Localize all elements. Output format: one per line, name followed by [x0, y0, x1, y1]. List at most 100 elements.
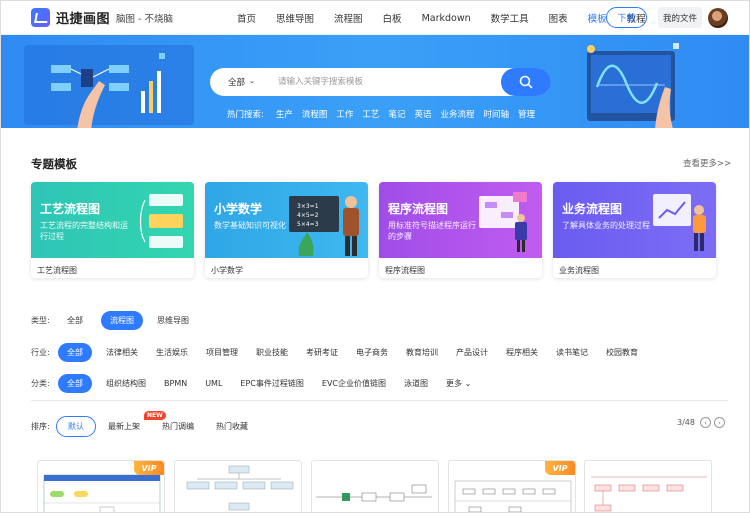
hot-search-item[interactable]: 工艺	[362, 108, 379, 120]
vip-badge: VIP	[134, 461, 164, 475]
topic-card-desc: 数学基础知识可视化	[214, 221, 286, 230]
nav-item-templates[interactable]: 模板	[588, 11, 607, 25]
filter-chip-active[interactable]: 全部	[58, 343, 92, 362]
filter-chip[interactable]: 产品设计	[456, 347, 488, 358]
hot-search-item[interactable]: 工作	[336, 108, 353, 120]
hot-search-item[interactable]: 流程图	[302, 108, 328, 120]
topic-card-title: 工艺流程图	[40, 202, 101, 216]
logo-text: 迅捷画图	[56, 12, 111, 27]
filter-chip[interactable]: 组织结构图	[106, 378, 146, 389]
filter-chip[interactable]: 电子商务	[356, 347, 388, 358]
hot-search-item[interactable]: 生产	[276, 108, 293, 120]
topic-card-caption: 工艺流程图	[37, 266, 77, 275]
topic-card-title: 业务流程图	[562, 202, 623, 216]
logo[interactable]: 迅捷画图 脑图 - 不烧脑	[31, 8, 173, 27]
logo-icon	[31, 8, 50, 27]
filter-chip[interactable]: 生活娱乐	[156, 347, 188, 358]
next-page-icon[interactable]: ›	[713, 417, 725, 428]
filter-chip[interactable]: 读书笔记	[556, 347, 588, 358]
nav-item-math-tools[interactable]: 数学工具	[491, 11, 529, 25]
filter-chip[interactable]: 全部	[67, 315, 83, 326]
search-category-select[interactable]: 全部	[228, 76, 245, 88]
sort-label: 排序:	[31, 422, 50, 431]
hot-search-label: 热门搜索:	[227, 110, 264, 120]
hot-searches: 热门搜索: 生产 流程图 工作 工艺 笔记 英语 业务流程 时间轴 管理	[227, 108, 544, 120]
section-title: 专题模板	[31, 157, 77, 171]
template-thumbnail[interactable]: VIP	[37, 460, 165, 512]
chevron-down-icon: ⌄	[464, 379, 472, 388]
filter-chip[interactable]: 法律相关	[106, 347, 138, 358]
topic-card[interactable]: 业务流程图 了解具体业务的处理过程 业务流程图	[553, 182, 716, 278]
topic-card-banner: 3×3=1 4×5=2 5×4=3 小学数学 数学基础知识可视化	[205, 182, 368, 258]
filter-chip[interactable]: EPC事件过程链图	[240, 378, 303, 389]
filter-category: 分类: 全部 组织结构图 BPMN UML EPC事件过程链图 EVC企业价值链…	[31, 374, 471, 393]
filter-chip[interactable]: UML	[205, 379, 222, 388]
sort-newest[interactable]: 最新上架 NEW	[108, 411, 166, 432]
banner-left-illustration	[24, 45, 194, 128]
filter-chip[interactable]: EVC企业价值链图	[322, 378, 386, 389]
see-more-link[interactable]: 查看更多>>	[683, 157, 731, 169]
prev-page-icon[interactable]: ‹	[699, 417, 711, 428]
sort-bar: 排序: 默认 最新上架 NEW 热门调编 热门收藏	[31, 411, 270, 437]
my-files-button[interactable]: 我的文件	[658, 7, 702, 28]
page-indicator: 3/48	[677, 418, 695, 427]
process-illustration	[139, 194, 183, 248]
hot-search-item[interactable]: 业务流程	[440, 108, 474, 120]
divider	[31, 400, 728, 401]
topic-card-title: 小学数学	[214, 202, 263, 216]
filter-chip[interactable]: 项目管理	[206, 347, 238, 358]
nav-item-markdown[interactable]: Markdown	[422, 13, 471, 24]
nav-item-charts[interactable]: 图表	[549, 11, 568, 25]
filter-chip[interactable]: 泳道图	[404, 378, 428, 389]
topic-card-caption: 程序流程图	[385, 266, 425, 275]
filter-chip[interactable]: 教育培训	[406, 347, 438, 358]
avatar[interactable]	[708, 8, 728, 28]
search-input[interactable]	[278, 73, 488, 91]
main-nav: 首页 思维导图 流程图 白板 Markdown 数学工具 图表 模板 教程	[237, 1, 666, 35]
filter-chip[interactable]: 校园教育	[606, 347, 638, 358]
hot-search-item[interactable]: 时间轴	[483, 108, 509, 120]
sort-default-button[interactable]: 默认	[56, 416, 96, 437]
chevron-down-icon[interactable]: ⌄	[249, 77, 255, 85]
nav-item-whiteboard[interactable]: 白板	[383, 11, 402, 25]
filter-label: 行业:	[31, 348, 50, 357]
sort-hot-edit[interactable]: 热门调编	[162, 421, 194, 432]
search-box: 全部 ⌄	[210, 68, 551, 96]
topic-card-banner: 工艺流程图 工艺流程的完整结构和运行过程	[31, 182, 194, 258]
nav-item-flowchart[interactable]: 流程图	[334, 11, 363, 25]
template-preview	[591, 476, 707, 512]
template-thumbnail[interactable]	[311, 460, 439, 512]
topic-card[interactable]: 程序流程图 用标准符号描述程序运行的步骤 程序流程图	[379, 182, 542, 278]
top-bar: 迅捷画图 脑图 - 不烧脑 首页 思维导图 流程图 白板 Markdown 数学…	[1, 1, 749, 35]
svg-text:3×3=1: 3×3=1	[297, 203, 319, 210]
filter-chip[interactable]: 程序相关	[506, 347, 538, 358]
nav-item-mindmap[interactable]: 思维导图	[276, 11, 314, 25]
filter-chip[interactable]: 思维导图	[157, 315, 189, 326]
logo-slogan: 脑图 - 不烧脑	[116, 13, 173, 25]
filter-more[interactable]: 更多 ⌄	[446, 378, 471, 389]
filter-chip-active[interactable]: 全部	[58, 374, 92, 393]
pagination: 3/48 ‹ ›	[677, 417, 725, 428]
template-thumbnail[interactable]	[584, 460, 712, 512]
template-thumbnail[interactable]: VIP	[448, 460, 576, 512]
filter-chip[interactable]: 职业技能	[256, 347, 288, 358]
search-icon	[519, 75, 533, 89]
filter-chip[interactable]: 考研考证	[306, 347, 338, 358]
filter-more-label: 更多	[446, 379, 463, 388]
svg-text:4×5=2: 4×5=2	[297, 212, 319, 219]
filter-chip-active[interactable]: 流程图	[101, 311, 143, 330]
topic-card[interactable]: 3×3=1 4×5=2 5×4=3 小学数学 数学基础知识可视化 小学数学	[205, 182, 368, 278]
nav-item-home[interactable]: 首页	[237, 11, 256, 25]
download-button[interactable]: 下载	[606, 7, 647, 28]
topic-card[interactable]: 工艺流程图 工艺流程的完整结构和运行过程 工艺流程图	[31, 182, 194, 278]
filter-label: 分类:	[31, 379, 50, 388]
filter-chip[interactable]: BPMN	[164, 379, 187, 388]
hot-search-item[interactable]: 笔记	[388, 108, 405, 120]
new-badge: NEW	[144, 411, 166, 420]
hot-search-item[interactable]: 英语	[414, 108, 431, 120]
template-thumbnail[interactable]	[174, 460, 302, 512]
sort-hot-collect[interactable]: 热门收藏	[216, 421, 248, 432]
hot-search-item[interactable]: 管理	[518, 108, 535, 120]
program-illustration	[479, 192, 527, 252]
search-button[interactable]	[501, 68, 551, 96]
